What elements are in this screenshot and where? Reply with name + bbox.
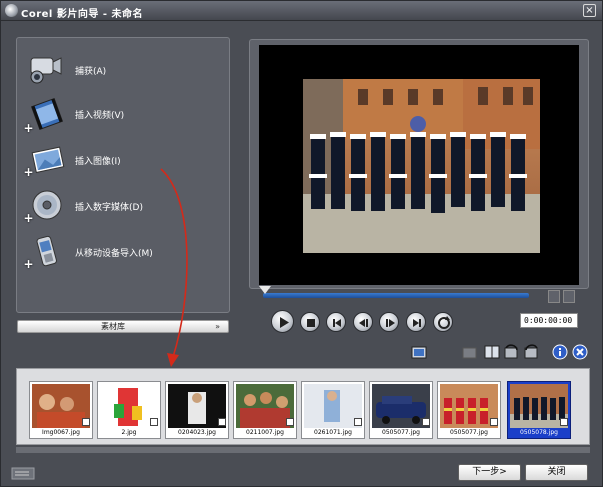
playhead-scrubber[interactable] <box>259 286 271 294</box>
add-glyph: + <box>23 121 34 135</box>
photo-type-badge <box>286 418 294 426</box>
thumbnail-caption: 0211007.jpg <box>246 429 284 436</box>
delete-clip-icon[interactable] <box>461 344 479 360</box>
app-window: Corel 影片向导 - 未命名 × 捕获(A) + 插入视频(V) + 插入图… <box>0 0 603 487</box>
photo-type-badge <box>354 418 362 426</box>
photo-type-badge <box>218 418 226 426</box>
filmstrip-item[interactable]: 0204023.jpg <box>165 381 229 439</box>
library-toggle-bar[interactable]: 素材库 » <box>17 320 229 333</box>
stop-button[interactable] <box>300 312 320 332</box>
close-button[interactable]: 关闭 <box>525 464 588 481</box>
filmstrip-item[interactable]: 0505077.jpg <box>437 381 501 439</box>
photo-type-badge <box>422 418 430 426</box>
stop-icon <box>307 319 315 327</box>
filmstrip-item[interactable]: 0505077.jpg <box>369 381 433 439</box>
thumbnail-caption: 0505078.jpg <box>520 429 558 436</box>
info-icon[interactable] <box>552 344 570 360</box>
play-icon <box>280 317 289 328</box>
filmstrip-item[interactable]: 0211007.jpg <box>233 381 297 439</box>
photo-type-badge <box>150 418 158 426</box>
chevron-up-icon: » <box>215 322 220 331</box>
thumbnail-caption: 0505077.jpg <box>450 429 488 436</box>
repeat-icon <box>438 316 450 329</box>
sidebar-item-capture[interactable]: 捕获(A) <box>25 52 225 92</box>
storyboard-icon[interactable] <box>11 467 37 481</box>
sidebar-item-insert-digital-media[interactable]: + 插入数字媒体(D) <box>23 188 225 228</box>
thumbnail-caption: 0505077.jpg <box>382 429 420 436</box>
sidebar-item-import-mobile[interactable]: + 从移动设备导入(M) <box>23 234 225 274</box>
step-forward-icon <box>386 319 395 327</box>
rotate-left-icon[interactable] <box>503 344 521 360</box>
import-to-library-icon[interactable] <box>411 344 429 360</box>
trim-start-marker[interactable] <box>548 290 560 303</box>
add-glyph: + <box>23 211 34 225</box>
filmstrip-item[interactable]: 0261071.jpg <box>301 381 365 439</box>
photo-type-badge <box>560 418 568 426</box>
sidebar-item-label: 从移动设备导入(M) <box>75 249 153 259</box>
thumbnail-caption: 0261071.jpg <box>314 429 352 436</box>
go-to-end-button[interactable] <box>406 312 426 332</box>
play-button[interactable] <box>271 310 294 333</box>
step-back-icon <box>359 319 368 327</box>
photo-type-badge <box>490 418 498 426</box>
filmstrip: Img0067.jpg 2.jpg 0204023.jpg 0211007.jp… <box>16 368 590 445</box>
next-step-button[interactable]: 下一步> <box>458 464 521 481</box>
thumbnail-caption: 0204023.jpg <box>178 429 216 436</box>
window-title: Corel 影片向导 - 未命名 <box>21 9 143 20</box>
corel-logo-icon <box>5 4 18 17</box>
rotate-right-icon[interactable] <box>523 344 541 360</box>
sidebar-item-label: 插入图像(I) <box>75 157 121 167</box>
split-clip-icon[interactable] <box>484 344 502 360</box>
preview-image <box>303 79 540 253</box>
previous-frame-button[interactable] <box>353 312 373 332</box>
remove-icon[interactable] <box>572 344 590 360</box>
sidebar-item-insert-image[interactable]: + 插入图像(I) <box>23 142 225 182</box>
filmstrip-item-selected[interactable]: 0505078.jpg <box>507 381 571 439</box>
filmstrip-item[interactable]: Img0067.jpg <box>29 381 93 439</box>
timeline-track[interactable] <box>263 293 529 298</box>
trim-end-marker[interactable] <box>563 290 575 303</box>
filmstrip-item[interactable]: 2.jpg <box>97 381 161 439</box>
sidebar-item-insert-video[interactable]: + 插入视频(V) <box>23 96 225 136</box>
skip-start-icon <box>333 319 341 327</box>
go-to-start-button[interactable] <box>326 312 346 332</box>
title-bar: Corel 影片向导 - 未命名 × <box>1 1 602 21</box>
sidebar-item-label: 捕获(A) <box>75 67 107 77</box>
repeat-button[interactable] <box>433 312 453 332</box>
add-glyph: + <box>23 165 34 179</box>
sidebar-item-label: 插入视频(V) <box>75 111 125 121</box>
photo-type-badge <box>82 418 90 426</box>
timecode-field[interactable]: 0:00:00:00 <box>520 313 578 328</box>
library-label: 素材库 <box>101 322 125 331</box>
skip-end-icon <box>413 319 421 327</box>
camcorder-icon <box>30 57 62 84</box>
close-window-button[interactable]: × <box>583 4 596 17</box>
filmstrip-scrollbar[interactable] <box>16 447 590 453</box>
media-source-panel: 捕获(A) + 插入视频(V) + 插入图像(I) + 插入数字媒体(D) + … <box>16 37 230 313</box>
add-glyph: + <box>23 257 34 271</box>
next-frame-button[interactable] <box>379 312 399 332</box>
thumbnail-caption: Img0067.jpg <box>42 429 80 436</box>
thumbnail-caption: 2.jpg <box>121 429 137 436</box>
sidebar-item-label: 插入数字媒体(D) <box>75 203 143 213</box>
